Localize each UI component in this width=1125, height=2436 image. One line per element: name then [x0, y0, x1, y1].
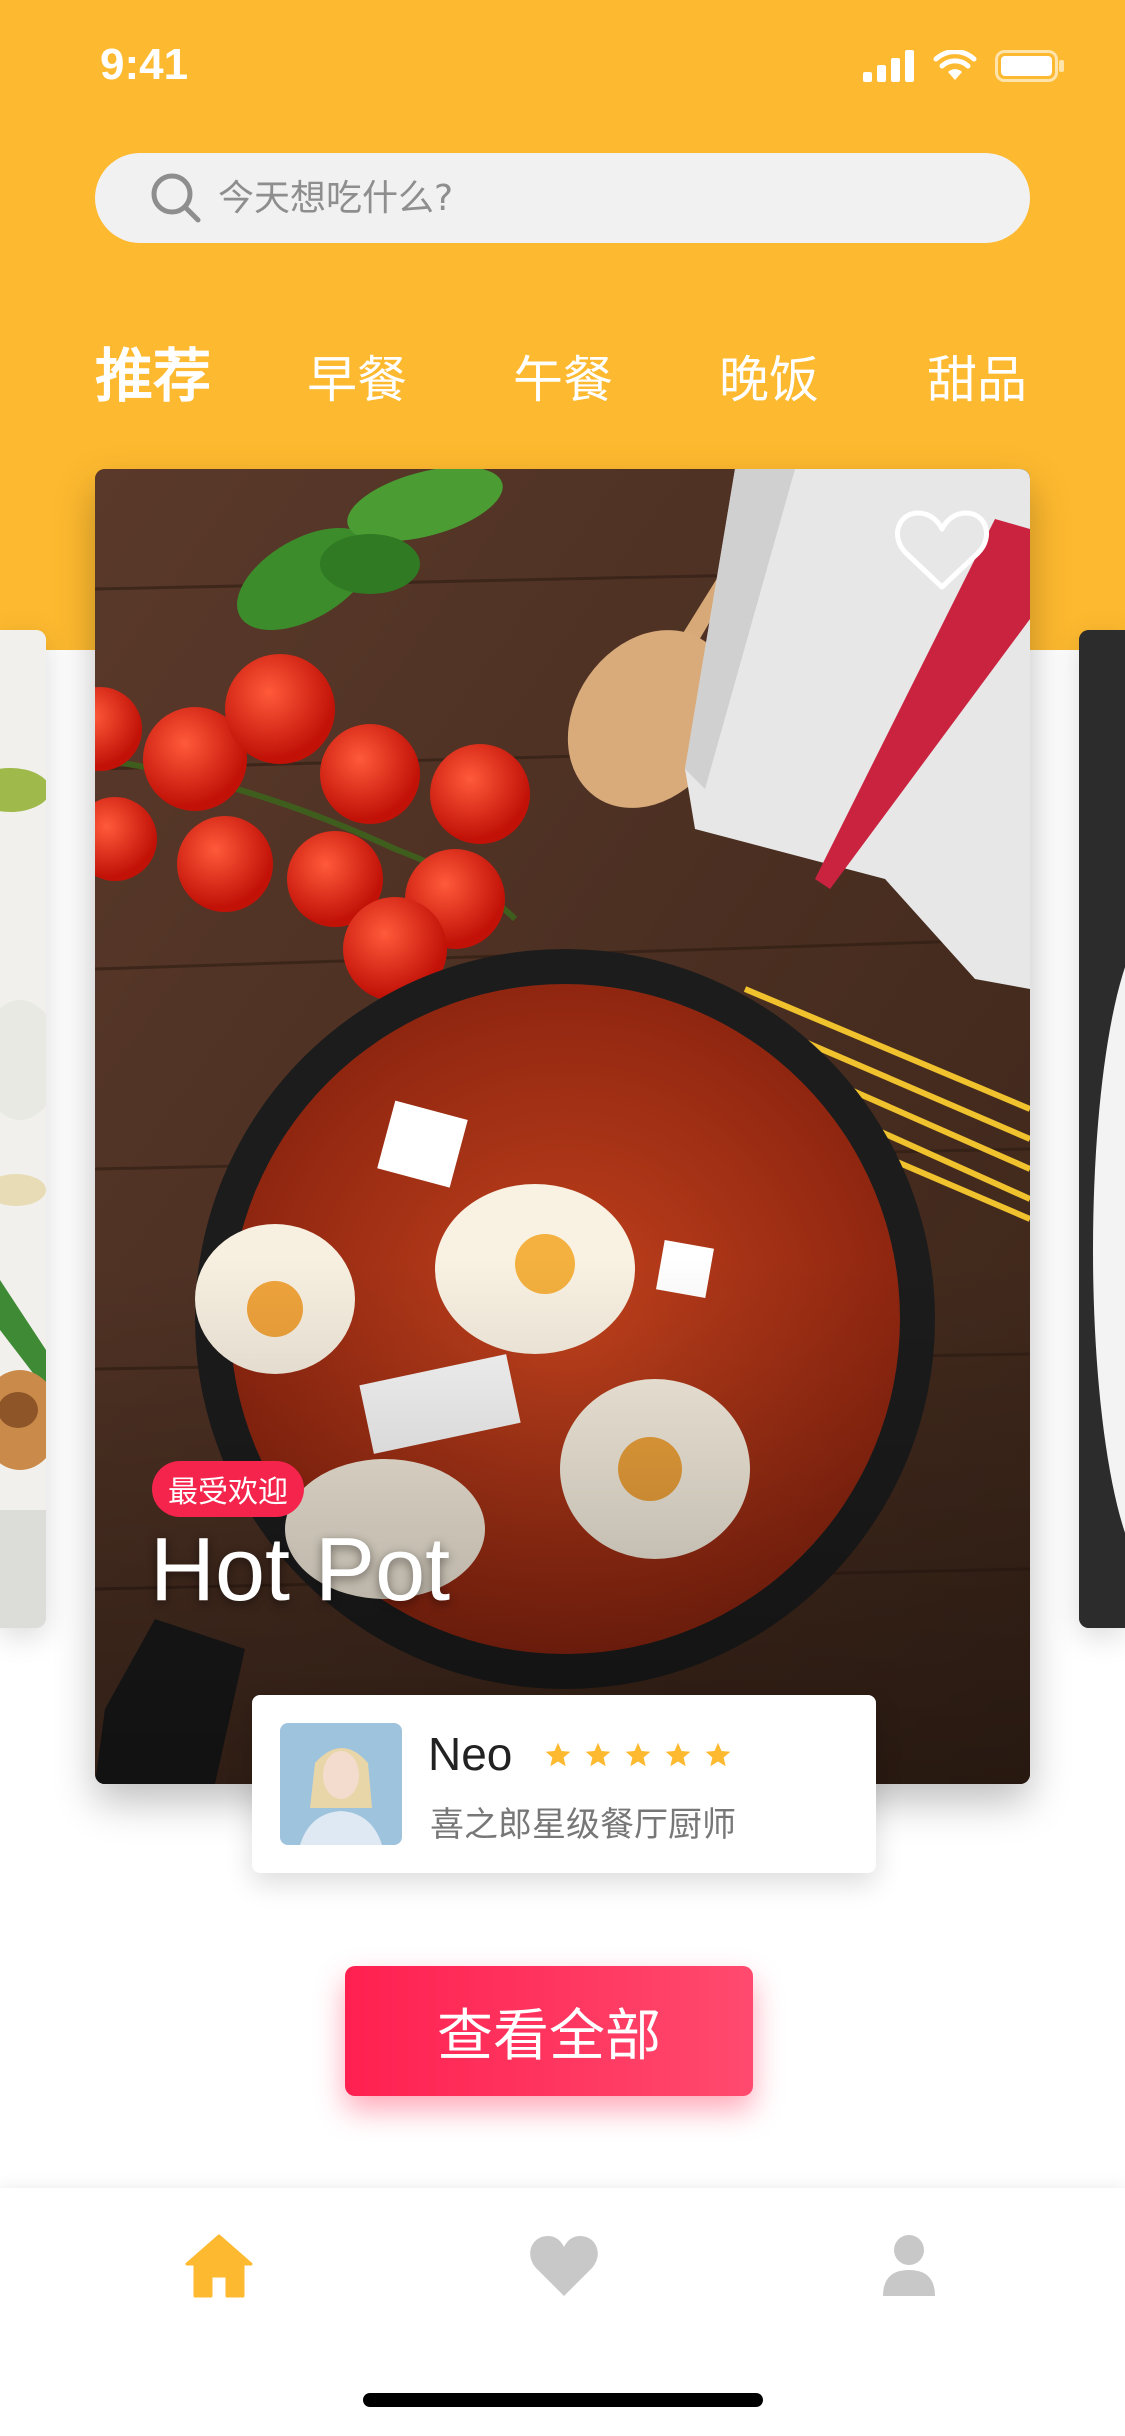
star-icon	[665, 1742, 691, 1767]
chef-name: Neo	[428, 1728, 513, 1780]
chef-card[interactable]: Neo 喜之郎星级餐厅厨师	[252, 1695, 876, 1873]
dish-title: Hot Pot	[150, 1520, 451, 1620]
signal-icon	[863, 50, 914, 82]
rating-stars	[544, 1741, 732, 1769]
next-card-image	[1079, 630, 1125, 1628]
favorite-heart-icon[interactable]	[894, 507, 990, 593]
previous-card-image	[0, 630, 46, 1628]
home-icon[interactable]	[183, 2230, 255, 2302]
status-bar: 9:41	[0, 0, 1125, 132]
chef-title: 喜之郎星级餐厅厨师	[430, 1805, 736, 1845]
tab-breakfast[interactable]: 早餐	[307, 345, 407, 415]
next-card[interactable]	[1079, 630, 1125, 1628]
heart-icon[interactable]	[528, 2230, 600, 2302]
view-all-button[interactable]: 查看全部	[345, 1966, 753, 2096]
home-indicator	[363, 2393, 763, 2407]
star-icon	[705, 1742, 731, 1767]
wifi-icon	[933, 50, 977, 80]
status-icons	[863, 50, 1065, 82]
user-icon[interactable]	[873, 2230, 945, 2302]
chef-avatar-image	[280, 1723, 402, 1845]
avatar	[280, 1723, 402, 1845]
battery-icon	[995, 50, 1064, 82]
tab-recommended[interactable]: 推荐	[95, 341, 211, 411]
category-tabs: 推荐 早餐 午餐 晚饭 甜品	[95, 342, 1035, 415]
star-icon	[585, 1742, 611, 1767]
star-icon	[625, 1742, 651, 1767]
tab-dessert[interactable]: 甜品	[927, 345, 1027, 415]
search-icon	[151, 173, 201, 223]
previous-card[interactable]	[0, 630, 46, 1628]
status-time: 9:41	[100, 40, 189, 89]
popular-badge: 最受欢迎	[152, 1461, 304, 1517]
tab-lunch[interactable]: 午餐	[513, 345, 613, 415]
featured-dish-card[interactable]: 最受欢迎 Hot Pot	[95, 469, 1030, 1784]
search-input[interactable]	[218, 177, 918, 219]
search-bar[interactable]	[95, 153, 1030, 243]
star-icon	[545, 1742, 571, 1767]
tab-dinner[interactable]: 晚饭	[719, 345, 819, 415]
